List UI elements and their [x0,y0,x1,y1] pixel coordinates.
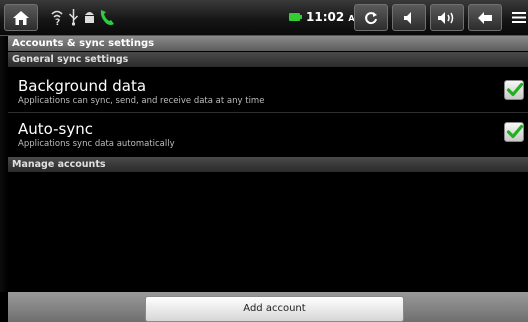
back-button[interactable] [468,4,502,31]
back-icon [478,11,492,24]
setting-subtitle: Applications can sync, send, and receive… [18,96,265,106]
volume-down-button[interactable] [392,4,426,31]
menu-icon [512,12,526,23]
phone-icon [100,10,114,25]
home-icon [13,10,29,25]
section-header-general: General sync settings [8,52,528,67]
checkmark-icon [506,82,524,97]
refresh-button[interactable] [354,4,388,31]
menu-button[interactable] [508,4,528,31]
setting-title: Auto-sync [18,120,93,138]
battery-icon [289,13,302,21]
background-data-checkbox[interactable] [504,80,524,100]
left-edge [0,36,8,292]
setting-row-auto-sync[interactable]: Auto-sync Applications sync data automat… [8,113,528,156]
volume-up-icon [438,11,454,24]
checkmark-icon [506,124,524,139]
svg-text:?: ? [55,18,60,26]
setting-title: Background data [18,77,147,95]
page-title: Accounts & sync settings [8,36,528,51]
section-header-manage-accounts: Manage accounts [8,157,528,172]
auto-sync-checkbox[interactable] [504,122,524,142]
android-debug-icon [85,12,94,23]
refresh-icon [365,11,377,24]
add-account-button[interactable]: Add account [145,296,404,322]
volume-up-button[interactable] [430,4,464,31]
usb-icon [68,9,79,26]
home-button[interactable] [4,4,38,31]
status-bar: ? 11:02 AM [0,0,528,36]
volume-down-icon [404,11,411,24]
clock-time: 11:02 [306,10,345,24]
setting-subtitle: Applications sync data automatically [18,139,175,149]
setting-row-background-data[interactable]: Background data Applications can sync, s… [8,67,528,111]
wifi-question-icon: ? [51,10,63,26]
